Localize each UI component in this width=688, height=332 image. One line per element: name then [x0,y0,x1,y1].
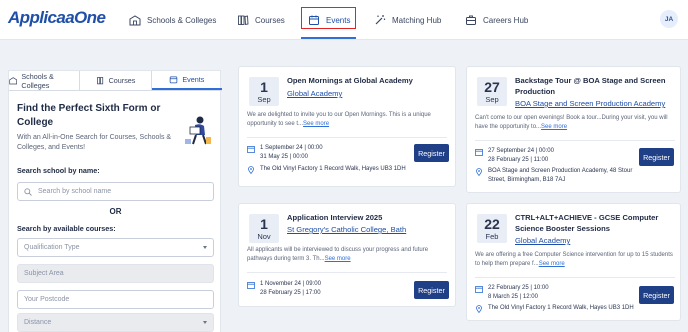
event-dates: 27 September 24 | 00:00 28 February 25 | … [475,147,554,165]
calendar-icon [247,145,255,153]
search-panel: Schools & Colleges Courses Events Find t… [8,70,222,332]
event-card[interactable]: 1 Sep Open Mornings at Global Academy Glo… [238,66,456,187]
nav-careers-hub[interactable]: Careers Hub [465,0,528,40]
register-button[interactable]: Register [414,144,449,162]
register-button[interactable]: Register [639,148,674,166]
active-nav-underline [301,37,356,39]
active-nav-highlight [301,7,356,29]
distance-select[interactable]: Distance [17,313,214,332]
books-icon [238,15,249,26]
event-address: The Old Vinyl Factory 1 Record Walk, Hay… [475,304,635,313]
see-more-link[interactable]: See more [325,256,351,262]
event-date-badge: 1 Sep [249,77,279,106]
event-venue-link[interactable]: St Gregory's Catholic College, Bath [287,225,406,235]
nav-label: Careers Hub [483,15,529,25]
location-pin-icon [248,165,254,174]
nav-label: Courses [255,15,285,25]
calendar-icon [475,285,483,293]
school-icon [129,15,141,26]
tab-label: Events [182,75,205,84]
event-card[interactable]: 27 Sep Backstage Tour @ BOA Stage and Scr… [466,66,681,193]
event-address: BOA Stage and Screen Production Academy,… [475,167,635,185]
event-address: The Old Vinyl Factory 1 Record Walk, Hay… [247,165,406,174]
search-placeholder: Search by school name [38,188,112,195]
card-divider [247,137,447,138]
calendar-icon [170,76,178,84]
tab-label: Schools & Colleges [21,71,54,90]
chevron-down-icon [203,246,207,249]
nav-label: Schools & Colleges [147,15,217,25]
calendar-icon [247,281,255,289]
briefcase-icon [466,15,476,25]
magic-wand-icon [375,15,386,25]
or-divider: OR [109,207,122,216]
search-by-name-label: Search school by name: [17,166,100,175]
card-divider [247,272,447,273]
subject-area-select[interactable]: Subject Area [17,264,214,283]
nav-schools-colleges[interactable]: Schools & Colleges [129,0,216,40]
event-dates: 1 September 24 | 00:00 31 May 25 | 00:00 [247,144,323,162]
search-by-courses-label: Search by available courses: [17,224,116,233]
tab-courses[interactable]: Courses [80,71,152,90]
event-description: All applicants will be interviewed to di… [247,247,429,262]
event-dates: 1 November 24 | 09:00 28 February 25 | 17… [247,280,321,298]
school-name-search-input[interactable]: Search by school name [17,182,214,201]
event-title: Open Mornings at Global Academy [287,76,413,85]
panel-title: Find the Perfect Sixth Form or College [17,103,161,128]
applicaaone-logo[interactable]: ApplicaaOne [8,8,106,28]
user-avatar[interactable]: JA [660,10,678,28]
top-navigation-bar: ApplicaaOne Schools & Colleges Courses E… [0,0,688,40]
chevron-down-icon [203,321,207,324]
event-venue-link[interactable]: BOA Stage and Screen Production Academy [515,99,665,109]
event-title: Backstage Tour @ BOA Stage and Screen Pr… [515,76,666,96]
see-more-link[interactable]: See more [303,121,329,127]
nav-courses[interactable]: Courses [237,0,285,40]
event-card[interactable]: 22 Feb CTRL+ALT+ACHIEVE - GCSE Computer S… [466,203,681,321]
event-date-badge: 1 Nov [249,214,279,243]
event-description: Can't come to our open evenings! Book a … [475,115,668,130]
register-button[interactable]: Register [639,286,674,304]
tab-label: Courses [108,76,136,85]
search-icon [24,187,32,196]
event-description: We are offering a free Computer Science … [475,252,673,267]
tab-events[interactable]: Events [151,71,222,90]
calendar-icon [475,148,483,156]
event-date-badge: 27 Sep [477,77,507,106]
school-icon [9,77,18,85]
location-pin-icon [476,304,482,313]
event-description: We are delighted to invite you to our Op… [247,112,431,127]
event-title: CTRL+ALT+ACHIEVE - GCSE Computer Science… [515,213,659,233]
nav-label: Matching Hub [392,15,442,25]
search-tabs: Schools & Colleges Courses Events [9,71,222,91]
tab-schools-colleges[interactable]: Schools & Colleges [9,71,81,90]
event-venue-link[interactable]: Global Academy [287,89,342,99]
nav-matching-hub[interactable]: Matching Hub [374,0,441,40]
event-title: Application Interview 2025 [287,213,383,222]
panel-subtitle: With an All-in-One Search for Courses, S… [17,134,172,151]
books-icon [96,77,103,85]
event-card[interactable]: 1 Nov Application Interview 2025 St Grego… [238,203,456,307]
see-more-link[interactable]: See more [541,124,567,130]
student-reading-illustration [185,116,211,145]
event-dates: 22 February 25 | 10:00 8 March 25 | 12:00 [475,284,549,302]
card-divider [475,140,675,141]
event-date-badge: 22 Feb [477,214,507,243]
qualification-type-select[interactable]: Qualification Type [17,238,214,257]
card-divider [475,277,675,278]
event-venue-link[interactable]: Global Academy [515,236,570,246]
see-more-link[interactable]: See more [539,261,565,267]
location-pin-icon [476,167,482,176]
postcode-input[interactable]: Your Postcode [17,290,214,309]
register-button[interactable]: Register [414,281,449,299]
